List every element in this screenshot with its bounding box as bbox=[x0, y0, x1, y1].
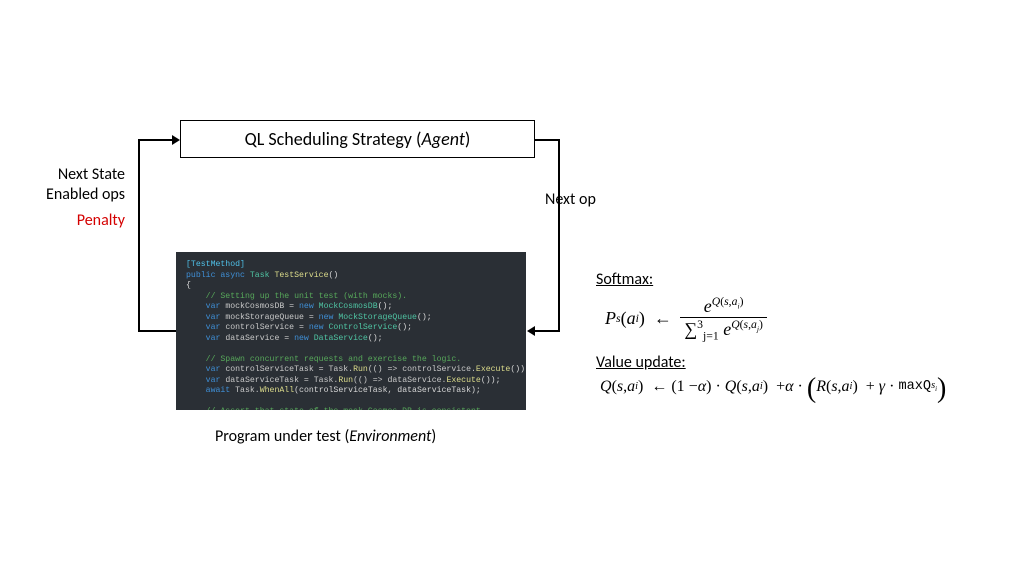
agent-box: QL Scheduling Strategy (Agent) bbox=[180, 120, 535, 158]
arrow-env-to-agent-seg3 bbox=[138, 139, 172, 141]
label-enabled-ops: Enabled ops bbox=[5, 185, 125, 205]
arrow-agent-to-env-seg3 bbox=[535, 330, 560, 332]
label-next-state: Next State bbox=[5, 165, 125, 185]
arrowhead-into-env bbox=[527, 326, 535, 336]
equation-softmax: Ps (ai) ← eQ(s,ai) ∑3j=1 eQ(s,aj) bbox=[596, 295, 1016, 343]
label-penalty: Penalty bbox=[5, 211, 125, 231]
heading-value-update: Value update: bbox=[596, 353, 1016, 372]
label-next-op: Next op bbox=[545, 190, 596, 209]
agent-label: QL Scheduling Strategy (Agent) bbox=[245, 128, 471, 150]
feedback-labels: Next State Enabled ops Penalty bbox=[5, 165, 125, 231]
math-panel: Softmax: Ps (ai) ← eQ(s,ai) ∑3j=1 eQ(s,a… bbox=[596, 260, 1016, 396]
environment-caption: Program under test (Environment) bbox=[215, 427, 436, 446]
heading-softmax: Softmax: bbox=[596, 270, 1016, 289]
arrow-env-to-agent-seg1 bbox=[138, 330, 176, 332]
arrow-env-to-agent-seg2 bbox=[138, 139, 140, 331]
diagram-canvas: QL Scheduling Strategy (Agent) Next Stat… bbox=[0, 0, 1024, 576]
arrow-agent-to-env-seg1 bbox=[535, 139, 560, 141]
code-environment-box: [TestMethod] public async Task TestServi… bbox=[176, 252, 526, 410]
arrow-agent-to-env-seg2 bbox=[558, 139, 560, 331]
arrowhead-into-agent bbox=[172, 135, 180, 145]
equation-value-update: Q(s, ai) ← (1 − α) · Q(s, ai) +α · ( R(s… bbox=[596, 378, 1016, 396]
